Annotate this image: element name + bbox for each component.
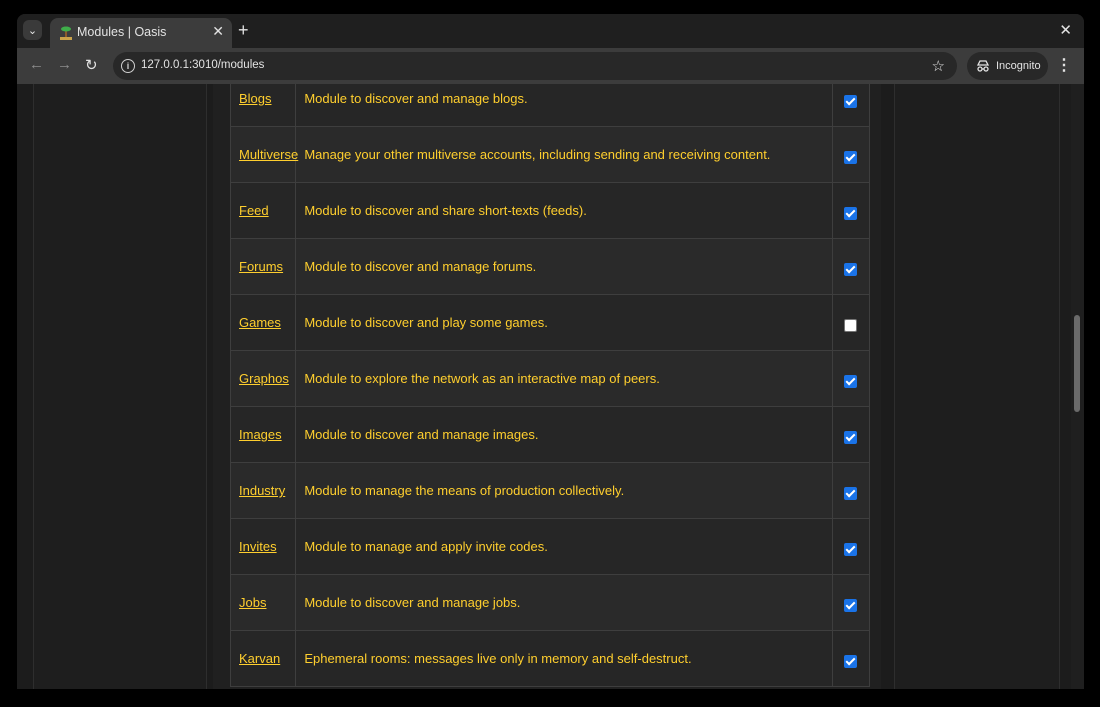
- module-description: Module to discover and manage blogs.: [295, 84, 833, 127]
- module-description: Module to discover and manage jobs.: [295, 574, 833, 631]
- module-enabled-checkbox[interactable]: [844, 431, 858, 445]
- scrollbar-thumb[interactable]: [1074, 315, 1080, 412]
- module-enabled-checkbox[interactable]: [844, 151, 858, 165]
- new-tab-button[interactable]: +: [238, 20, 249, 40]
- module-description: Module to discover and play some games.: [295, 294, 833, 351]
- module-description: Ephemeral rooms: messages live only in m…: [295, 630, 833, 687]
- module-description: Module to explore the network as an inte…: [295, 350, 833, 407]
- star-icon[interactable]: ☆: [932, 57, 945, 75]
- module-description: Module to discover and manage images.: [295, 406, 833, 463]
- table-row: Multiverse Manage your other multiverse a…: [229, 126, 871, 183]
- module-link[interactable]: Blogs: [239, 91, 272, 106]
- module-link[interactable]: Feed: [239, 203, 269, 218]
- tab-strip: ⌄ Modules | Oasis ✕ + ✕: [17, 14, 1084, 48]
- menu-icon[interactable]: ⋮: [1056, 55, 1072, 75]
- window-close-icon[interactable]: ✕: [1059, 21, 1072, 39]
- module-name-cell: Images: [229, 406, 297, 463]
- browser-toolbar: ← → ↻ i 127.0.0.1:3010/modules ☆ Incogni…: [17, 48, 1084, 84]
- module-toggle-cell: [831, 518, 871, 575]
- incognito-icon: [976, 60, 990, 72]
- tab-search-icon[interactable]: ⌄: [23, 20, 42, 40]
- module-enabled-checkbox[interactable]: [844, 95, 858, 109]
- module-enabled-checkbox[interactable]: [844, 375, 858, 389]
- module-enabled-checkbox[interactable]: [844, 543, 858, 557]
- module-link[interactable]: Jobs: [239, 595, 266, 610]
- module-toggle-cell: [831, 84, 871, 127]
- tab-close-icon[interactable]: ✕: [212, 23, 224, 40]
- module-toggle-cell: [831, 462, 871, 519]
- tab-title: Modules | Oasis: [77, 25, 167, 39]
- module-toggle-cell: [831, 238, 871, 295]
- module-link[interactable]: Industry: [239, 483, 285, 498]
- address-bar[interactable]: i 127.0.0.1:3010/modules ☆: [113, 52, 957, 80]
- module-name-cell: Invites: [229, 518, 297, 575]
- module-toggle-cell: [831, 630, 871, 687]
- module-link[interactable]: Forums: [239, 259, 283, 274]
- url-text[interactable]: 127.0.0.1:3010/modules: [141, 59, 264, 71]
- module-link[interactable]: Images: [239, 427, 282, 442]
- module-enabled-checkbox[interactable]: [844, 319, 858, 333]
- module-toggle-cell: [831, 126, 871, 183]
- oasis-favicon-icon: [60, 26, 72, 40]
- module-link[interactable]: Invites: [239, 539, 277, 554]
- module-enabled-checkbox[interactable]: [844, 263, 858, 277]
- module-enabled-checkbox[interactable]: [844, 599, 858, 613]
- table-row: Jobs Module to discover and manage jobs.: [229, 574, 871, 631]
- tab-modules[interactable]: Modules | Oasis ✕: [50, 18, 232, 48]
- module-toggle-cell: [831, 294, 871, 351]
- module-description: Module to manage and apply invite codes.: [295, 518, 833, 575]
- module-link[interactable]: Games: [239, 315, 281, 330]
- module-name-cell: Karvan: [229, 630, 297, 687]
- table-row: Invites Module to manage and apply invite…: [229, 518, 871, 575]
- table-row: Feed Module to discover and share short-t…: [229, 182, 871, 239]
- module-link[interactable]: Karvan: [239, 651, 280, 666]
- module-toggle-cell: [831, 182, 871, 239]
- scrollbar[interactable]: [1071, 84, 1084, 689]
- module-name-cell: Graphos: [229, 350, 297, 407]
- table-row: Graphos Module to explore the network as …: [229, 350, 871, 407]
- table-row: Industry Module to manage the means of pr…: [229, 462, 871, 519]
- forward-icon[interactable]: →: [57, 56, 72, 73]
- back-icon[interactable]: ←: [29, 56, 44, 73]
- incognito-badge[interactable]: Incognito: [967, 52, 1048, 80]
- table-row: Forums Module to discover and manage foru…: [229, 238, 871, 295]
- module-description: Module to discover and share short-texts…: [295, 182, 833, 239]
- incognito-label: Incognito: [996, 60, 1041, 72]
- module-enabled-checkbox[interactable]: [844, 207, 858, 221]
- module-link[interactable]: Multiverse: [239, 147, 298, 162]
- module-enabled-checkbox[interactable]: [844, 487, 858, 501]
- right-sidebar: [894, 84, 1060, 689]
- module-toggle-cell: [831, 574, 871, 631]
- page-viewport: Blogs Module to discover and manage blogs…: [17, 84, 1084, 689]
- module-name-cell: Multiverse: [229, 126, 298, 183]
- module-toggle-cell: [831, 406, 871, 463]
- main-content: Blogs Module to discover and manage blogs…: [213, 84, 881, 689]
- module-link[interactable]: Graphos: [239, 371, 289, 386]
- module-description: Manage your other multiverse accounts, i…: [295, 126, 833, 183]
- module-name-cell: Jobs: [229, 574, 297, 631]
- table-row: Images Module to discover and manage imag…: [229, 406, 871, 463]
- module-name-cell: Blogs: [229, 84, 297, 127]
- browser-window: ⌄ Modules | Oasis ✕ + ✕ ← → ↻ i 127.0.0.…: [17, 14, 1084, 689]
- module-description: Module to manage the means of production…: [295, 462, 833, 519]
- module-toggle-cell: [831, 350, 871, 407]
- modules-table: Blogs Module to discover and manage blogs…: [229, 84, 871, 687]
- module-enabled-checkbox[interactable]: [844, 655, 858, 669]
- module-name-cell: Industry: [229, 462, 297, 519]
- table-row: Games Module to discover and play some ga…: [229, 294, 871, 351]
- table-row: Blogs Module to discover and manage blogs…: [229, 84, 871, 127]
- site-info-icon[interactable]: i: [121, 59, 135, 73]
- module-name-cell: Feed: [229, 182, 297, 239]
- reload-icon[interactable]: ↻: [85, 56, 98, 74]
- module-description: Module to discover and manage forums.: [295, 238, 833, 295]
- table-row: Karvan Ephemeral rooms: messages live onl…: [229, 630, 871, 687]
- module-name-cell: Forums: [229, 238, 297, 295]
- module-name-cell: Games: [229, 294, 297, 351]
- left-sidebar: [33, 84, 207, 689]
